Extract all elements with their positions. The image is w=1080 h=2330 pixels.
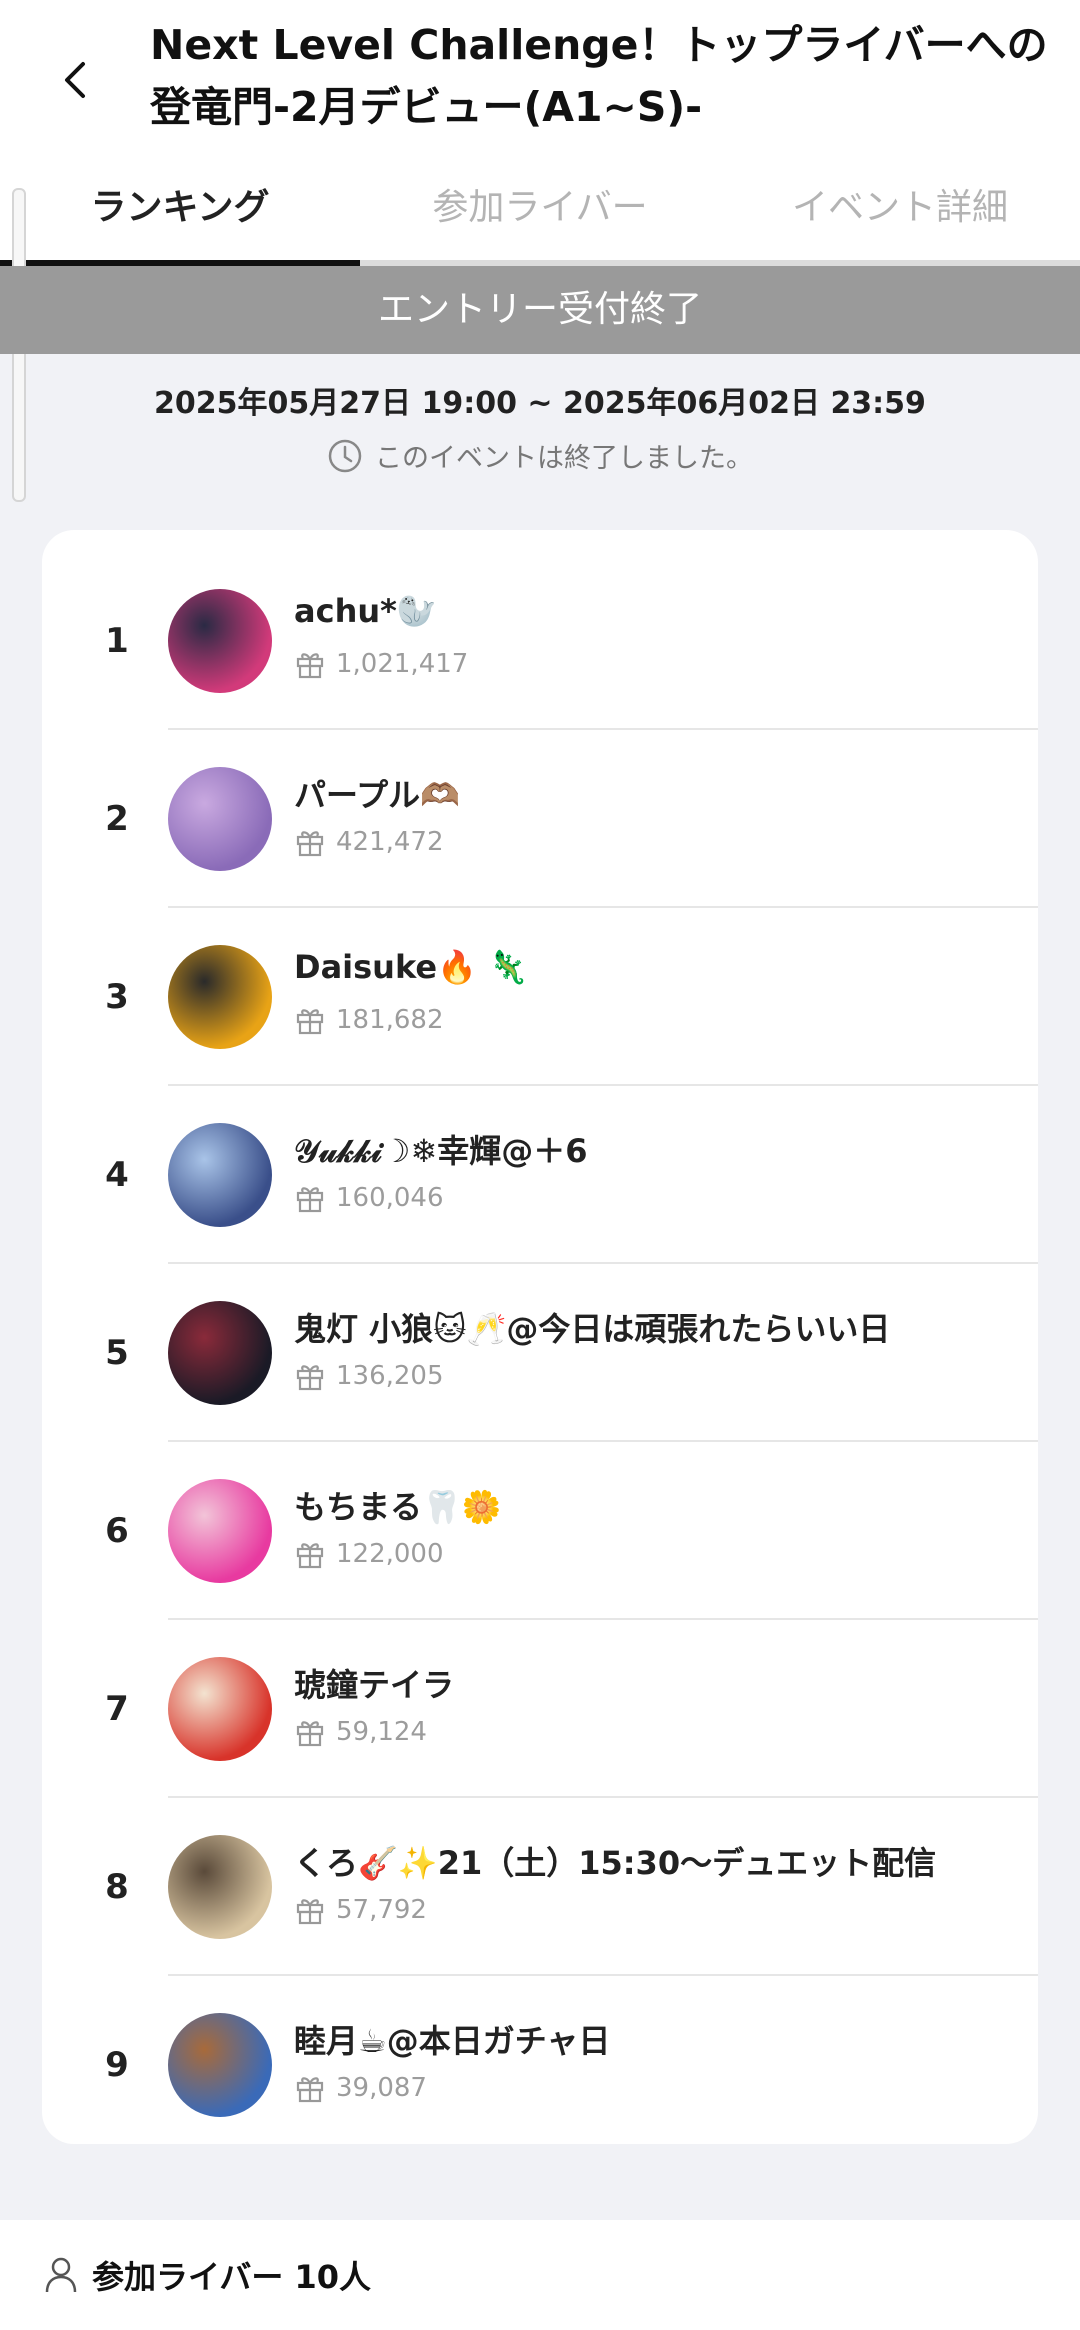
- gift-score: 1,021,417: [294, 648, 468, 680]
- rank-number: 5: [105, 1333, 129, 1373]
- gift-icon: [296, 1365, 324, 1391]
- avatar[interactable]: [168, 945, 272, 1049]
- avatar[interactable]: [168, 1479, 272, 1583]
- avatar[interactable]: [168, 1835, 272, 1939]
- score-value: 160,046: [336, 1183, 444, 1213]
- gift-icon: [296, 653, 324, 679]
- rank-number: 6: [105, 1511, 129, 1551]
- gift-score: 39,087: [294, 2072, 427, 2104]
- rank-number: 3: [105, 977, 129, 1017]
- chevron-left-icon: [65, 62, 85, 98]
- ranking-row[interactable]: 4 𝒴𝓊𝓀𝓀𝒾☽❄幸輝@＋6 160,046: [42, 1086, 1038, 1264]
- liver-name[interactable]: くろ🎸✨21（土）15:30〜デュエット配信: [294, 1838, 1014, 1884]
- ranking-row[interactable]: 8 くろ🎸✨21（土）15:30〜デュエット配信 57,792: [42, 1798, 1038, 1976]
- gift-icon: [296, 1899, 324, 1925]
- liver-name[interactable]: パープル🫶🏽: [294, 770, 1014, 816]
- score-value: 136,205: [336, 1361, 444, 1391]
- gift-icon: [296, 1187, 324, 1213]
- page-title: Next Level Challenge！トップライバーへの登竜門-2月デビュー…: [150, 21, 1048, 131]
- gift-icon: [296, 1543, 324, 1569]
- score-value: 1,021,417: [336, 649, 469, 679]
- tab-ranking[interactable]: ランキング: [0, 160, 360, 266]
- tab-bar: ランキング 参加ライバー イベント詳細: [0, 160, 1080, 266]
- avatar[interactable]: [168, 767, 272, 871]
- event-period: 2025年05月27日 19:00 ~ 2025年06月02日 23:59: [154, 386, 926, 421]
- score-value: 57,792: [336, 1895, 427, 1925]
- gift-score: 122,000: [294, 1538, 444, 1570]
- ranking-row[interactable]: 6 もちまる🦷🌼 122,000: [42, 1442, 1038, 1620]
- score-value: 59,124: [336, 1717, 427, 1747]
- rank-number: 8: [105, 1867, 129, 1907]
- ranking-list: 1 achu*🦭 1,021,417 2 パープル🫶🏽 421,472 3 Daisuke🔥 …: [42, 530, 1038, 2144]
- ranking-row[interactable]: 7 琥鐘テイラ 59,124: [42, 1620, 1038, 1798]
- liver-name[interactable]: 睦月☕@本日ガチャ日: [294, 2016, 1014, 2062]
- event-status-text: このイベントは終了しました。: [375, 443, 753, 474]
- participants-count: 参加ライバー 10人: [92, 2258, 372, 2296]
- event-status: このイベントは終了しました。: [0, 436, 1080, 475]
- liver-name[interactable]: もちまる🦷🌼: [294, 1482, 1014, 1528]
- score-value: 39,087: [336, 2073, 427, 2103]
- avatar[interactable]: [168, 1657, 272, 1761]
- liver-name[interactable]: 鬼灯 小狼🐱🥂@今日は頑張れたらいい日: [294, 1304, 1014, 1350]
- avatar[interactable]: [168, 1123, 272, 1227]
- avatar[interactable]: [168, 1301, 272, 1405]
- avatar[interactable]: [168, 589, 272, 693]
- score-value: 122,000: [336, 1539, 444, 1569]
- entry-closed-banner: エントリー受付終了: [0, 266, 1080, 354]
- clock-icon: [328, 439, 362, 472]
- header: Next Level Challenge！トップライバーへの登竜門-2月デビュー…: [0, 0, 1080, 160]
- rank-number: 2: [105, 799, 129, 839]
- score-value: 421,472: [336, 827, 444, 857]
- avatar[interactable]: [168, 2013, 272, 2117]
- liver-name[interactable]: 琥鐘テイラ: [294, 1660, 1014, 1706]
- participants-footer[interactable]: 参加ライバー 10人: [0, 2220, 1080, 2330]
- gift-score: 181,682: [294, 1004, 444, 1036]
- ranking-row[interactable]: 9 睦月☕@本日ガチャ日 39,087: [42, 1976, 1038, 2144]
- tab-participants[interactable]: 参加ライバー: [360, 160, 720, 260]
- rank-number: 7: [105, 1689, 129, 1729]
- gift-icon: [296, 1009, 324, 1035]
- tab-event-details[interactable]: イベント詳細: [720, 160, 1080, 260]
- gift-score: 57,792: [294, 1894, 427, 1926]
- gift-score: 421,472: [294, 826, 444, 858]
- gift-icon: [296, 831, 324, 857]
- ranking-row[interactable]: 3 Daisuke🔥 🦎 181,682: [42, 908, 1038, 1086]
- gift-score: 160,046: [294, 1182, 444, 1214]
- gift-icon: [296, 1721, 324, 1747]
- gift-icon: [296, 2077, 324, 2103]
- gift-score: 136,205: [294, 1360, 444, 1392]
- liver-name[interactable]: achu*🦭: [294, 592, 1014, 630]
- gift-score: 59,124: [294, 1716, 427, 1748]
- person-icon: [45, 2257, 77, 2293]
- back-button[interactable]: [40, 40, 110, 120]
- rank-number: 4: [105, 1155, 129, 1195]
- rank-number: 9: [105, 2045, 129, 2085]
- ranking-row[interactable]: 1 achu*🦭 1,021,417: [42, 552, 1038, 730]
- rank-number: 1: [105, 621, 129, 661]
- liver-name[interactable]: Daisuke🔥 🦎: [294, 948, 1014, 986]
- ranking-row[interactable]: 2 パープル🫶🏽 421,472: [42, 730, 1038, 908]
- liver-name[interactable]: 𝒴𝓊𝓀𝓀𝒾☽❄幸輝@＋6: [294, 1126, 1014, 1172]
- ranking-row[interactable]: 5 鬼灯 小狼🐱🥂@今日は頑張れたらいい日 136,205: [42, 1264, 1038, 1442]
- score-value: 181,682: [336, 1005, 444, 1035]
